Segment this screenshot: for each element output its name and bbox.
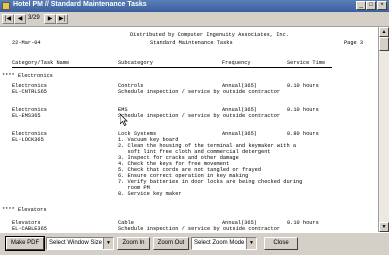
task-code: EL-EMS365 xyxy=(12,113,41,119)
header-rule xyxy=(12,67,332,68)
task-frequency: Annual(365) xyxy=(222,131,257,137)
column-header-category: Category/Task Name xyxy=(12,60,70,66)
zoom-mode-select-value: Select Zoom Mode xyxy=(194,240,245,246)
report-page-label: Page 3 xyxy=(344,40,364,46)
window-title: Hotel PM // Standard Maintenance Tasks xyxy=(13,1,147,8)
mouse-cursor-icon xyxy=(120,114,128,126)
maximize-button[interactable]: □ xyxy=(366,1,376,10)
section-heading: **** Elevators xyxy=(2,207,47,213)
task-description: Schedule inspection / service by outside… xyxy=(118,89,281,95)
close-window-button[interactable]: × xyxy=(377,1,387,10)
first-page-button[interactable]: |◀ xyxy=(2,14,14,24)
scroll-up-arrow-icon[interactable]: ▲ xyxy=(379,27,389,37)
bottom-toolbar: Make PDF Select Window Size ▼ Zoom In Zo… xyxy=(0,232,389,255)
window-size-select[interactable]: Select Window Size ▼ xyxy=(46,237,114,250)
column-header-frequency: Frequency xyxy=(222,60,251,66)
chevron-down-icon[interactable]: ▼ xyxy=(103,238,113,249)
last-page-button[interactable]: ▶| xyxy=(56,14,68,24)
report-title: Standard Maintenance Tasks xyxy=(150,40,233,46)
section-heading: **** Electronics xyxy=(2,73,53,79)
page-counter: 3/29 xyxy=(28,15,40,21)
scroll-thumb[interactable] xyxy=(379,37,389,51)
report-distributor-line: Distributed by Computer Ingenuity Associ… xyxy=(130,32,289,38)
minimize-button[interactable]: _ xyxy=(356,1,366,10)
task-service-time: 0.80 hours xyxy=(287,131,319,137)
report-viewer-window: Hotel PM // Standard Maintenance Tasks _… xyxy=(0,0,389,255)
zoom-in-button[interactable]: Zoom In xyxy=(117,237,150,250)
task-service-time: 0.10 hours xyxy=(287,220,319,226)
task-code: EL-CNTRLS65 xyxy=(12,89,47,95)
task-service-time: 0.10 hours xyxy=(287,107,319,113)
task-step: 8. Service key maker xyxy=(118,191,182,197)
zoom-out-button[interactable]: Zoom Out xyxy=(153,237,189,250)
chevron-down-icon[interactable]: ▼ xyxy=(246,238,256,249)
column-header-service-time: Service Time xyxy=(287,60,326,66)
vertical-scrollbar[interactable]: ▲ ▼ xyxy=(378,27,389,232)
report-page[interactable]: Distributed by Computer Ingenuity Associ… xyxy=(0,27,378,232)
title-bar[interactable]: Hotel PM // Standard Maintenance Tasks _… xyxy=(0,0,389,12)
task-description: Schedule inspection / service by outside… xyxy=(118,113,281,119)
close-button[interactable]: Close xyxy=(264,237,298,250)
report-date: 22-Mar-04 xyxy=(12,40,41,46)
navigation-toolbar: |◀ ◀ 3/29 ▶ ▶| xyxy=(0,12,389,27)
prev-page-button[interactable]: ◀ xyxy=(14,14,26,24)
app-icon xyxy=(2,2,10,10)
column-header-subcategory: Subcategory xyxy=(118,60,153,66)
next-page-button[interactable]: ▶ xyxy=(44,14,56,24)
task-code: EL-LOCK365 xyxy=(12,137,44,143)
zoom-mode-select[interactable]: Select Zoom Mode ▼ xyxy=(191,237,257,250)
scroll-down-arrow-icon[interactable]: ▼ xyxy=(379,222,389,232)
document-area: Distributed by Computer Ingenuity Associ… xyxy=(0,27,389,232)
window-size-select-value: Select Window Size xyxy=(49,240,103,246)
make-pdf-button[interactable]: Make PDF xyxy=(5,236,45,251)
task-service-time: 0.10 hours xyxy=(287,83,319,89)
